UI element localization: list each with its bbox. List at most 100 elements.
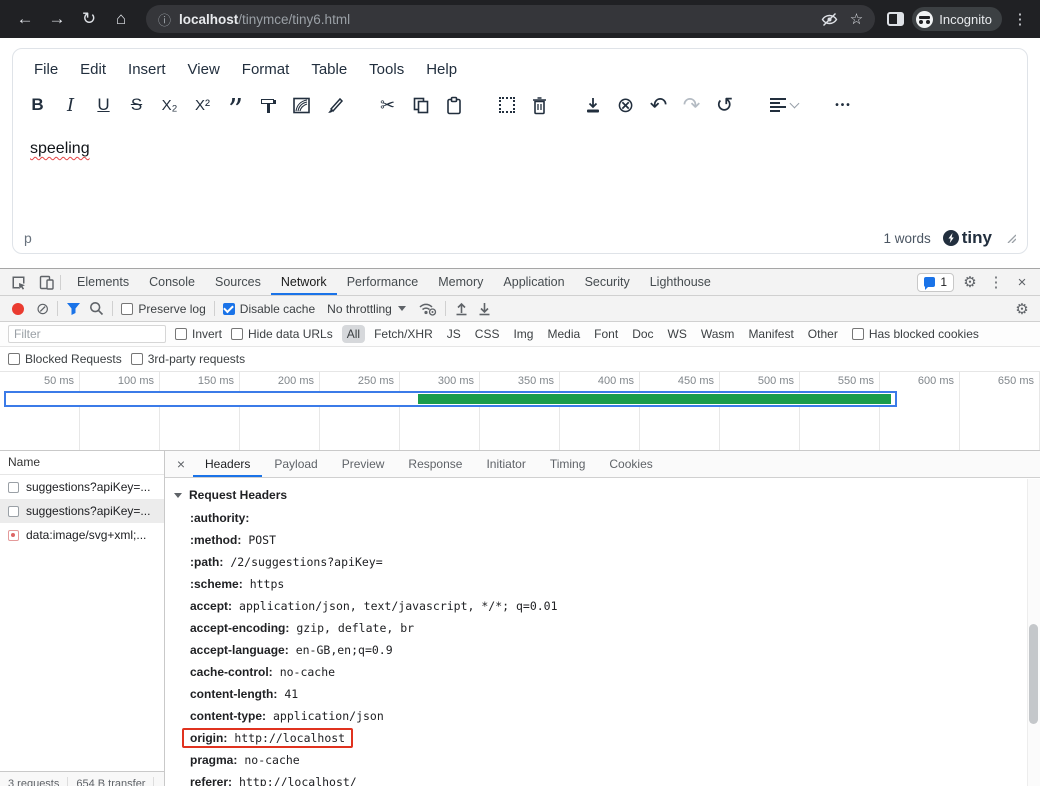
reload-icon[interactable]: ↻: [74, 4, 104, 34]
permanent-pen-button[interactable]: [318, 90, 351, 120]
device-toolbar-icon[interactable]: [32, 269, 60, 295]
devtools-tab[interactable]: Performance: [337, 269, 429, 295]
restore-draft-button[interactable]: ↺: [708, 90, 741, 120]
detail-tab[interactable]: Payload: [262, 451, 329, 477]
align-dropdown-button[interactable]: [761, 90, 807, 120]
issues-badge[interactable]: 1: [917, 273, 954, 292]
format-painter-button[interactable]: [252, 90, 285, 120]
detail-close-icon[interactable]: ×: [169, 456, 193, 472]
request-type-filter[interactable]: JS: [442, 325, 466, 343]
filter-input[interactable]: [8, 325, 166, 343]
more-toolbar-button[interactable]: •••: [827, 90, 860, 120]
network-conditions-icon[interactable]: [418, 301, 437, 316]
import-har-icon[interactable]: [454, 301, 469, 316]
devtools-tab[interactable]: Elements: [67, 269, 139, 295]
superscript-button[interactable]: X²: [186, 90, 219, 120]
hide-data-urls-control[interactable]: Hide data URLs: [231, 327, 333, 341]
delete-button[interactable]: [523, 90, 556, 120]
header-row[interactable]: accept-language:en-GB,en;q=0.9: [165, 639, 1040, 661]
strikethrough-button[interactable]: S: [120, 90, 153, 120]
italic-button[interactable]: I: [54, 90, 87, 120]
resize-grip-icon[interactable]: [1006, 233, 1016, 243]
invert-control[interactable]: Invert: [175, 327, 222, 341]
tiny-logo[interactable]: tiny: [943, 228, 992, 248]
redo-button[interactable]: ↷: [675, 90, 708, 120]
request-type-filter[interactable]: Img: [508, 325, 538, 343]
word-count[interactable]: 1 words: [883, 231, 930, 246]
clear-network-log-icon[interactable]: ⊘: [36, 299, 49, 319]
header-row[interactable]: :method:POST: [165, 529, 1040, 551]
inspect-element-icon[interactable]: [4, 269, 32, 295]
header-row[interactable]: accept:application/json, text/javascript…: [165, 595, 1040, 617]
request-row[interactable]: data:image/svg+xml;...: [0, 523, 164, 547]
header-row[interactable]: :path:/2/suggestions?apiKey=: [165, 551, 1040, 573]
detail-tab[interactable]: Preview: [330, 451, 397, 477]
bookmark-star-icon[interactable]: ☆: [850, 10, 863, 28]
header-row[interactable]: :authority:: [165, 507, 1040, 529]
export-har-icon[interactable]: [477, 301, 492, 316]
request-type-filter[interactable]: WS: [663, 325, 692, 343]
detail-tab[interactable]: Initiator: [474, 451, 537, 477]
preserve-log-checkbox[interactable]: [121, 303, 133, 315]
record-network-log-icon[interactable]: [12, 303, 24, 315]
devtools-tab[interactable]: Security: [575, 269, 640, 295]
throttling-select[interactable]: No throttling: [323, 302, 410, 316]
select-all-button[interactable]: [490, 90, 523, 120]
detail-tab[interactable]: Timing: [538, 451, 598, 477]
blocked-requests-checkbox[interactable]: [8, 353, 20, 365]
subscript-button[interactable]: X₂: [153, 90, 186, 120]
home-icon[interactable]: ⌂: [106, 4, 136, 34]
settings-gear-icon[interactable]: ⚙: [960, 273, 980, 291]
request-type-filter[interactable]: Fetch/XHR: [369, 325, 438, 343]
editor-content-area[interactable]: speeling: [13, 127, 1027, 223]
request-type-filter[interactable]: Font: [589, 325, 623, 343]
devtools-tab[interactable]: Console: [139, 269, 205, 295]
menu-item[interactable]: Edit: [69, 58, 117, 81]
has-blocked-cookies-checkbox[interactable]: [852, 328, 864, 340]
detail-tab[interactable]: Cookies: [597, 451, 664, 477]
menu-item[interactable]: Format: [231, 58, 301, 81]
side-panel-icon[interactable]: [887, 12, 904, 26]
request-row[interactable]: suggestions?apiKey=...: [0, 475, 164, 499]
has-blocked-cookies-control[interactable]: Has blocked cookies: [852, 327, 979, 341]
request-type-filter[interactable]: Manifest: [743, 325, 798, 343]
header-row[interactable]: pragma:no-cache: [165, 749, 1040, 771]
copy-button[interactable]: [404, 90, 437, 120]
browser-menu-icon[interactable]: ⋮: [1010, 10, 1030, 28]
invert-checkbox[interactable]: [175, 328, 187, 340]
detail-scrollbar[interactable]: [1027, 479, 1040, 786]
detail-tab[interactable]: Headers: [193, 451, 262, 477]
request-row[interactable]: suggestions?apiKey=...: [0, 499, 164, 523]
requests-column-header[interactable]: Name: [0, 451, 164, 475]
edit-image-button[interactable]: [285, 90, 318, 120]
devtools-menu-icon[interactable]: ⋮: [986, 273, 1006, 291]
blockquote-button[interactable]: ”: [219, 90, 252, 120]
forward-icon[interactable]: →: [42, 4, 72, 34]
devtools-tab[interactable]: Application: [493, 269, 574, 295]
request-type-filter[interactable]: Other: [803, 325, 843, 343]
request-type-filter[interactable]: Wasm: [696, 325, 740, 343]
scrollbar-thumb[interactable]: [1029, 624, 1038, 724]
third-party-requests-control[interactable]: 3rd-party requests: [131, 352, 245, 366]
search-icon[interactable]: [89, 301, 104, 316]
request-type-filter[interactable]: Media: [542, 325, 585, 343]
site-info-icon[interactable]: ⓘ: [158, 10, 171, 29]
blocked-requests-control[interactable]: Blocked Requests: [8, 352, 122, 366]
back-icon[interactable]: ←: [10, 4, 40, 34]
request-type-filter[interactable]: Doc: [627, 325, 658, 343]
devtools-tab[interactable]: Sources: [205, 269, 271, 295]
request-headers-section[interactable]: Request Headers: [165, 483, 1040, 507]
paste-button[interactable]: [437, 90, 470, 120]
devtools-tab[interactable]: Lighthouse: [640, 269, 721, 295]
menu-item[interactable]: Table: [300, 58, 358, 81]
cut-button[interactable]: ✂: [371, 90, 404, 120]
disable-cache-control[interactable]: Disable cache: [223, 302, 315, 316]
filter-icon[interactable]: [66, 302, 81, 316]
preserve-log-control[interactable]: Preserve log: [121, 302, 205, 316]
menu-item[interactable]: Tools: [358, 58, 415, 81]
menu-item[interactable]: File: [23, 58, 69, 81]
network-settings-gear-icon[interactable]: ⚙: [1012, 300, 1032, 318]
header-row[interactable]: content-length:41: [165, 683, 1040, 705]
hide-data-urls-checkbox[interactable]: [231, 328, 243, 340]
disable-cache-checkbox[interactable]: [223, 303, 235, 315]
